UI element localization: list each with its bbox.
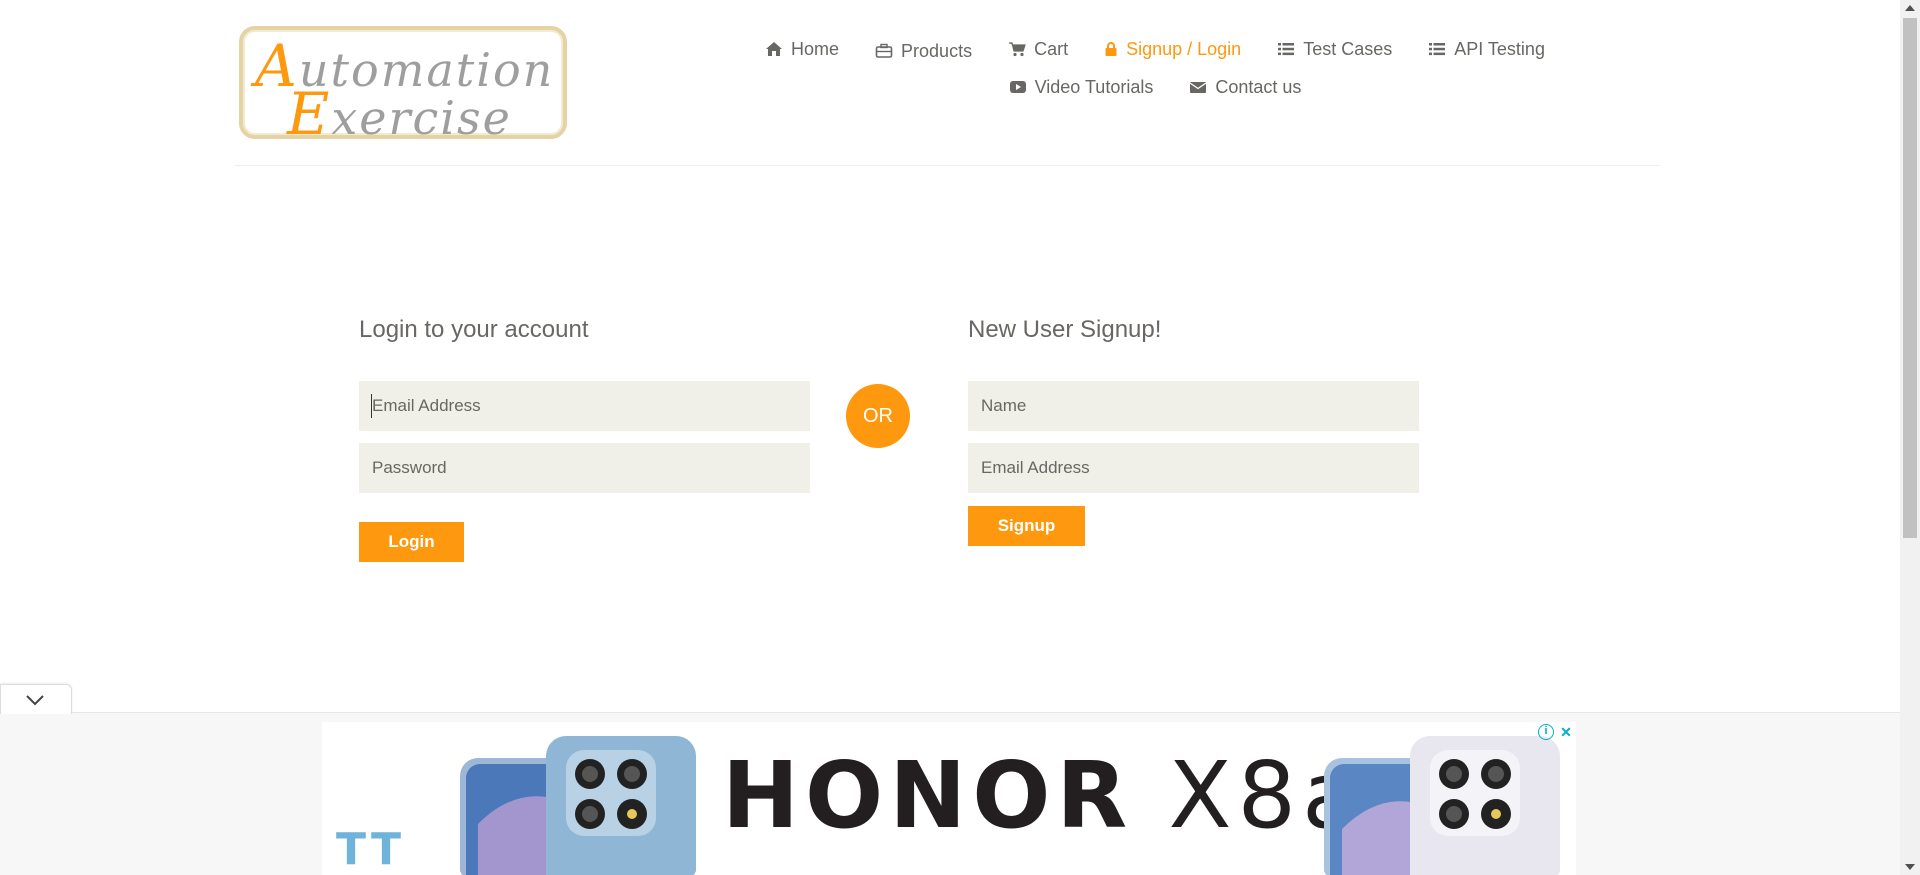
scroll-down-arrow-icon[interactable] xyxy=(1905,864,1915,870)
list-icon xyxy=(1429,43,1446,56)
youtube-play-icon xyxy=(1009,81,1026,93)
nav-signup-login[interactable]: Signup / Login xyxy=(1086,36,1259,62)
nav-products[interactable]: Products xyxy=(857,40,990,62)
signup-name-input[interactable] xyxy=(968,381,1419,431)
nav-api-testing[interactable]: API Testing xyxy=(1410,36,1563,62)
site-logo[interactable]: Automation Exercise xyxy=(239,26,567,148)
scroll-up-arrow-icon[interactable] xyxy=(1905,5,1915,11)
envelope-icon xyxy=(1189,82,1207,93)
ad-banner[interactable]: TT HONOR X8a i ✕ xyxy=(322,722,1576,875)
login-email-input[interactable] xyxy=(359,381,810,431)
text-cursor xyxy=(371,394,372,418)
logo-line-2: Exercise xyxy=(287,80,512,148)
main-nav: Home Products Cart Signup / Login Test C… xyxy=(740,36,1570,98)
lock-icon xyxy=(1105,42,1117,56)
briefcase-icon xyxy=(875,43,893,58)
or-divider: OR xyxy=(846,384,910,448)
chevron-down-icon xyxy=(26,695,44,706)
list-icon xyxy=(1278,43,1295,56)
nav-test-cases[interactable]: Test Cases xyxy=(1259,36,1410,62)
signup-title: New User Signup! xyxy=(968,316,1162,343)
ad-headline: HONOR X8a xyxy=(722,742,1365,849)
login-title: Login to your account xyxy=(359,316,589,343)
home-icon xyxy=(766,42,783,56)
login-password-input[interactable] xyxy=(359,443,810,493)
phone-image xyxy=(460,736,696,875)
page-scrollbar[interactable] xyxy=(1900,0,1920,875)
signup-email-input[interactable] xyxy=(968,443,1419,493)
ad-collapse-toggle[interactable] xyxy=(0,684,72,714)
login-button[interactable]: Login xyxy=(359,522,464,562)
phone-image xyxy=(1324,736,1560,875)
header-divider xyxy=(235,165,1660,166)
nav-contact-us[interactable]: Contact us xyxy=(1171,76,1319,98)
nav-home[interactable]: Home xyxy=(747,36,857,62)
ad-info-icon[interactable]: i xyxy=(1538,724,1554,740)
scrollbar-thumb[interactable] xyxy=(1903,18,1917,538)
signup-button[interactable]: Signup xyxy=(968,506,1085,546)
nav-video-tutorials[interactable]: Video Tutorials xyxy=(991,76,1172,98)
nav-cart[interactable]: Cart xyxy=(990,36,1086,62)
cart-icon xyxy=(1009,42,1026,57)
ad-brand-mark: TT xyxy=(336,824,406,875)
ad-close-icon[interactable]: ✕ xyxy=(1558,724,1574,740)
